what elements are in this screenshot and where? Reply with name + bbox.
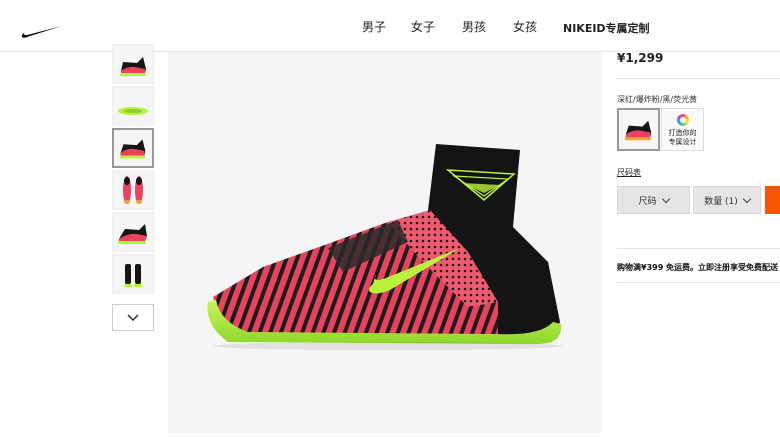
shipping-note: 购物满¥399 免运费。立即注册享受免费配送 bbox=[617, 263, 779, 272]
divider bbox=[617, 282, 780, 283]
close-icon[interactable] bbox=[148, 0, 168, 4]
shoe-hero-icon bbox=[207, 144, 563, 350]
nav-girls[interactable]: 女孩 bbox=[513, 18, 537, 35]
thumbnail-6[interactable] bbox=[112, 254, 154, 294]
divider bbox=[617, 248, 780, 249]
shoe-side-thumbnail-icon bbox=[624, 120, 652, 141]
product-hero-image bbox=[168, 52, 602, 433]
color-label: 深红/爆炸粉/黑/荧光黄 bbox=[617, 95, 698, 104]
thumbnail-4[interactable] bbox=[112, 170, 154, 210]
color-swatch-selected[interactable] bbox=[617, 108, 660, 151]
shoe-sole-thumbnail-icon bbox=[118, 107, 148, 115]
quantity-select-label: 数量 (1) bbox=[704, 196, 738, 207]
nav-boys[interactable]: 男孩 bbox=[462, 18, 486, 35]
chevron-down-icon bbox=[661, 194, 670, 203]
divider bbox=[617, 78, 780, 79]
chevron-down-icon bbox=[127, 314, 139, 322]
customize-label-line2: 专属设计 bbox=[668, 138, 697, 146]
thumbnail-5[interactable] bbox=[112, 212, 154, 252]
thumbnail-3-selected[interactable] bbox=[112, 128, 154, 168]
shoe-side-thumbnail-icon bbox=[119, 139, 146, 159]
customize-button[interactable]: 打造你的 专属设计 bbox=[661, 108, 704, 151]
thumbnail-scroll-down-button[interactable] bbox=[112, 304, 154, 331]
add-to-cart-button[interactable] bbox=[765, 186, 780, 214]
thumbnail-1[interactable] bbox=[112, 44, 154, 84]
nav-men[interactable]: 男子 bbox=[362, 18, 386, 35]
customize-label-line1: 打造你的 bbox=[668, 129, 697, 137]
size-select-label: 尺码 bbox=[638, 196, 657, 207]
quantity-select[interactable]: 数量 (1) bbox=[693, 186, 761, 214]
product-price: ¥1,299 bbox=[617, 51, 664, 65]
nike-swoosh-icon[interactable] bbox=[20, 22, 64, 40]
shoe-side-thumbnail-icon bbox=[120, 57, 146, 76]
size-select[interactable]: 尺码 bbox=[617, 186, 690, 214]
nav-women[interactable]: 女子 bbox=[411, 18, 435, 35]
thumbnail-2[interactable] bbox=[112, 86, 154, 126]
chevron-down-icon bbox=[742, 194, 752, 203]
shoe-angle-thumbnail-icon bbox=[118, 224, 147, 244]
nav-nikeid[interactable]: NIKEID专属定制 bbox=[563, 20, 650, 36]
size-chart-link[interactable]: 尺码表 bbox=[617, 167, 641, 178]
color-wheel-icon bbox=[677, 114, 689, 126]
shoe-back-thumbnail-icon bbox=[124, 264, 142, 287]
shoe-top-thumbnail-icon bbox=[123, 176, 143, 204]
